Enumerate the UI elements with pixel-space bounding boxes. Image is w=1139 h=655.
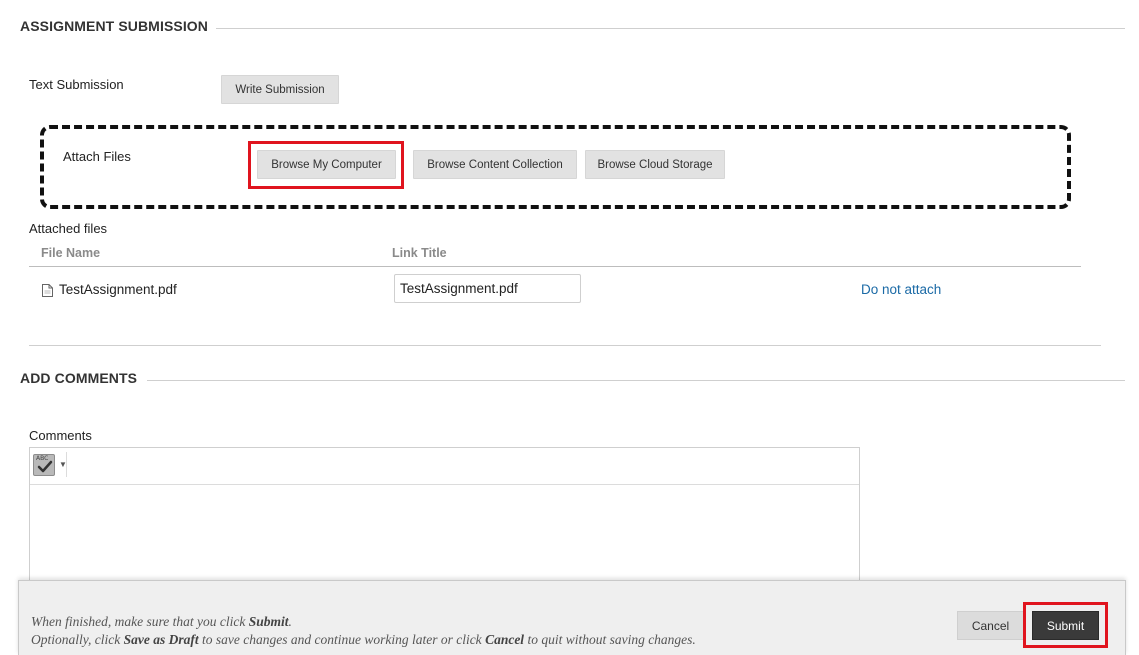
browse-content-collection-button[interactable]: Browse Content Collection (413, 150, 577, 179)
section-title: ADD COMMENTS (20, 370, 138, 386)
add-comments-header: ADD COMMENTS (0, 370, 1139, 394)
submit-button[interactable]: Submit (1032, 611, 1099, 640)
footer-instruction-line2: Optionally, click Save as Draft to save … (31, 632, 696, 647)
spellcheck-button[interactable]: ABC ▼ (33, 452, 70, 477)
column-header-file-name: File Name (41, 246, 101, 260)
section-divider (147, 380, 1125, 381)
browse-my-computer-button[interactable]: Browse My Computer (257, 150, 396, 179)
cancel-button[interactable]: Cancel (957, 611, 1024, 640)
section-title: ASSIGNMENT SUBMISSION (20, 18, 209, 34)
table-header-divider (29, 266, 1081, 267)
comments-editor: ABC ▼ (29, 447, 860, 587)
assignment-submission-header: ASSIGNMENT SUBMISSION (0, 18, 1139, 42)
do-not-attach-link[interactable]: Do not attach (861, 282, 941, 297)
attach-files-label: Attach Files (63, 149, 131, 164)
document-icon (42, 284, 53, 297)
toolbar-separator (66, 452, 67, 477)
column-header-link-title: Link Title (392, 246, 447, 260)
footer-instruction-line1: When finished, make sure that you click … (31, 614, 292, 629)
checkmark-icon (37, 460, 53, 472)
file-name: TestAssignment.pdf (59, 282, 177, 297)
link-title-input[interactable] (394, 274, 581, 303)
comments-label: Comments (29, 428, 92, 443)
spellcheck-icon: ABC (33, 453, 55, 476)
comments-textarea[interactable] (30, 486, 859, 586)
section-divider (216, 28, 1125, 29)
browse-cloud-storage-button[interactable]: Browse Cloud Storage (585, 150, 725, 179)
section-divider (29, 345, 1101, 346)
editor-toolbar: ABC ▼ (30, 448, 859, 485)
text-submission-label: Text Submission (29, 77, 124, 92)
write-submission-button[interactable]: Write Submission (221, 75, 339, 104)
attached-files-label: Attached files (29, 221, 108, 236)
